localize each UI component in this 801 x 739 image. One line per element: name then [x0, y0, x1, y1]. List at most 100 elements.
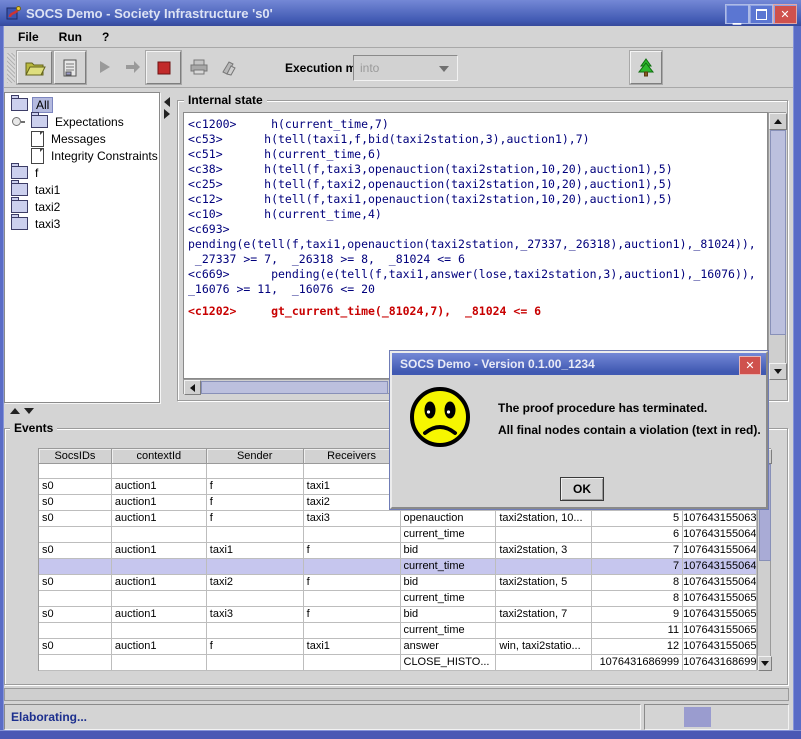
table-cell: 12 — [592, 639, 683, 655]
table-row[interactable]: CLOSE_HISTO...10764316869991076431686999 — [39, 655, 757, 671]
internal-state-text[interactable]: <c1200> h(current_time,7)<c53> h(tell(ta… — [183, 112, 768, 379]
table-cell: auction1 — [112, 575, 207, 591]
ok-button-label: OK — [573, 482, 591, 496]
table-cell — [304, 655, 401, 671]
folder-icon — [11, 200, 28, 213]
state-line: _16076 >= 11, _16076 <= 20 — [188, 282, 767, 297]
tree-item-taxi2[interactable]: taxi2 — [5, 198, 159, 215]
tree-item-label: taxi3 — [32, 217, 63, 231]
expand-down-icon[interactable] — [24, 408, 34, 414]
menu-item-file[interactable]: File — [8, 28, 49, 46]
table-cell: current_time — [401, 527, 497, 543]
state-line: <c1200> h(current_time,7) — [188, 117, 767, 132]
vertical-splitter[interactable] — [160, 92, 176, 403]
menu-item-run[interactable]: Run — [49, 28, 92, 46]
table-row[interactable]: s0auction1taxi3fbidtaxi2station, 7910764… — [39, 607, 757, 623]
tree-item-label: taxi2 — [32, 200, 63, 214]
expand-right-icon[interactable] — [164, 109, 170, 119]
table-row[interactable]: s0auction1taxi1fbidtaxi2station, 3710764… — [39, 543, 757, 559]
collapse-left-icon[interactable] — [164, 97, 170, 107]
close-icon: ✕ — [745, 359, 754, 372]
title-bar[interactable]: SOCS Demo - Society Infrastructure 's0' … — [0, 0, 801, 26]
table-cell: f — [207, 495, 304, 511]
table-cell — [112, 559, 207, 575]
table-cell: 5 — [592, 511, 683, 527]
table-cell: 1076431686999 — [683, 655, 757, 671]
tree-item-f[interactable]: f — [5, 164, 159, 181]
tree-item-taxi1[interactable]: taxi1 — [5, 181, 159, 198]
filter-cell[interactable] — [112, 464, 207, 479]
tree-item-taxi3[interactable]: taxi3 — [5, 215, 159, 232]
tree-item-messages[interactable]: Messages — [5, 130, 159, 147]
table-row[interactable]: s0auction1ftaxi3openauctiontaxi2station,… — [39, 511, 757, 527]
state-line: _27337 >= 7, _26318 >= 8, _81024 <= 6 — [188, 252, 767, 267]
column-header[interactable]: Receivers — [304, 449, 401, 464]
folder-icon — [31, 115, 48, 128]
table-row[interactable]: current_time81076431550654 — [39, 591, 757, 607]
stop-icon — [155, 59, 173, 77]
table-cell — [496, 655, 592, 671]
open-folder-icon — [24, 58, 46, 78]
table-cell: f — [304, 607, 401, 623]
print-button[interactable] — [185, 53, 213, 81]
filter-cell[interactable] — [304, 464, 401, 479]
dialog-close-button[interactable]: ✕ — [739, 356, 761, 375]
status-bar: Elaborating... — [4, 704, 641, 730]
arrow-up-icon — [774, 119, 782, 124]
tree-item-label: Expectations — [52, 115, 127, 129]
arrow-down-icon — [774, 369, 782, 374]
table-row[interactable]: s0auction1taxi2fbidtaxi2station, 5810764… — [39, 575, 757, 591]
table-row[interactable]: current_time111076431550657 — [39, 623, 757, 639]
collapse-up-icon[interactable] — [10, 408, 20, 414]
column-header[interactable]: SocsIDs — [39, 449, 112, 464]
menu-bar: FileRun? — [4, 26, 793, 48]
open-button[interactable] — [17, 51, 52, 84]
table-cell: auction1 — [112, 639, 207, 655]
filter-cell[interactable] — [207, 464, 304, 479]
society-tree[interactable]: All ExpectationsMessagesIntegrity Constra… — [4, 92, 160, 403]
tree-item-expectations[interactable]: Expectations — [5, 113, 159, 130]
scroll-left-button[interactable] — [184, 380, 201, 395]
tree-item-integrity-constraints[interactable]: Integrity Constraints — [5, 147, 159, 164]
scroll-up-button[interactable] — [769, 113, 787, 130]
table-cell: 1076431686999 — [592, 655, 683, 671]
menu-item-help[interactable]: ? — [92, 28, 119, 46]
column-header[interactable]: contextId — [112, 449, 207, 464]
sad-face-icon — [408, 385, 472, 449]
scroll-down-button[interactable] — [769, 363, 787, 380]
folder-icon — [11, 166, 28, 179]
table-cell: openauction — [401, 511, 497, 527]
run-button[interactable] — [90, 53, 118, 81]
state-vertical-scrollbar[interactable] — [768, 112, 786, 379]
table-cell: s0 — [39, 495, 112, 511]
table-row[interactable]: s0auction1ftaxi1answerwin, taxi2statio..… — [39, 639, 757, 655]
ok-button[interactable]: OK — [560, 477, 604, 501]
document-icon — [31, 148, 44, 164]
maximize-button[interactable] — [749, 4, 773, 24]
expand-handle-icon[interactable] — [12, 117, 25, 126]
state-hscroll-thumb[interactable] — [201, 381, 388, 394]
close-button[interactable]: ✕ — [773, 4, 797, 24]
events-scroll-down-button[interactable] — [758, 656, 772, 671]
table-row[interactable]: current_time71076431550647 — [39, 559, 757, 575]
events-horizontal-scrollbar[interactable] — [4, 688, 789, 701]
copy-button[interactable] — [215, 53, 243, 81]
execution-mode-combobox[interactable]: into — [353, 55, 458, 81]
report-button[interactable] — [54, 51, 86, 84]
table-cell: 1076431550655 — [683, 607, 757, 623]
column-header[interactable]: Sender — [207, 449, 304, 464]
minimize-button[interactable]: ▁ — [725, 4, 749, 24]
table-cell — [496, 591, 592, 607]
toolbar-grip[interactable] — [7, 53, 15, 83]
step-button[interactable] — [120, 53, 146, 81]
filter-cell[interactable] — [39, 464, 112, 479]
table-cell — [112, 623, 207, 639]
society-tree-button[interactable] — [630, 51, 662, 84]
tree-item-all[interactable]: All — [5, 96, 159, 113]
society-tree-icon — [637, 58, 655, 78]
dialog-title-bar[interactable]: SOCS Demo - Version 0.1.00_1234 — [392, 353, 766, 375]
state-vscroll-thumb[interactable] — [770, 130, 786, 335]
table-row[interactable]: current_time61076431550644 — [39, 527, 757, 543]
table-cell: taxi2station, 5 — [496, 575, 592, 591]
stop-button[interactable] — [146, 51, 181, 84]
